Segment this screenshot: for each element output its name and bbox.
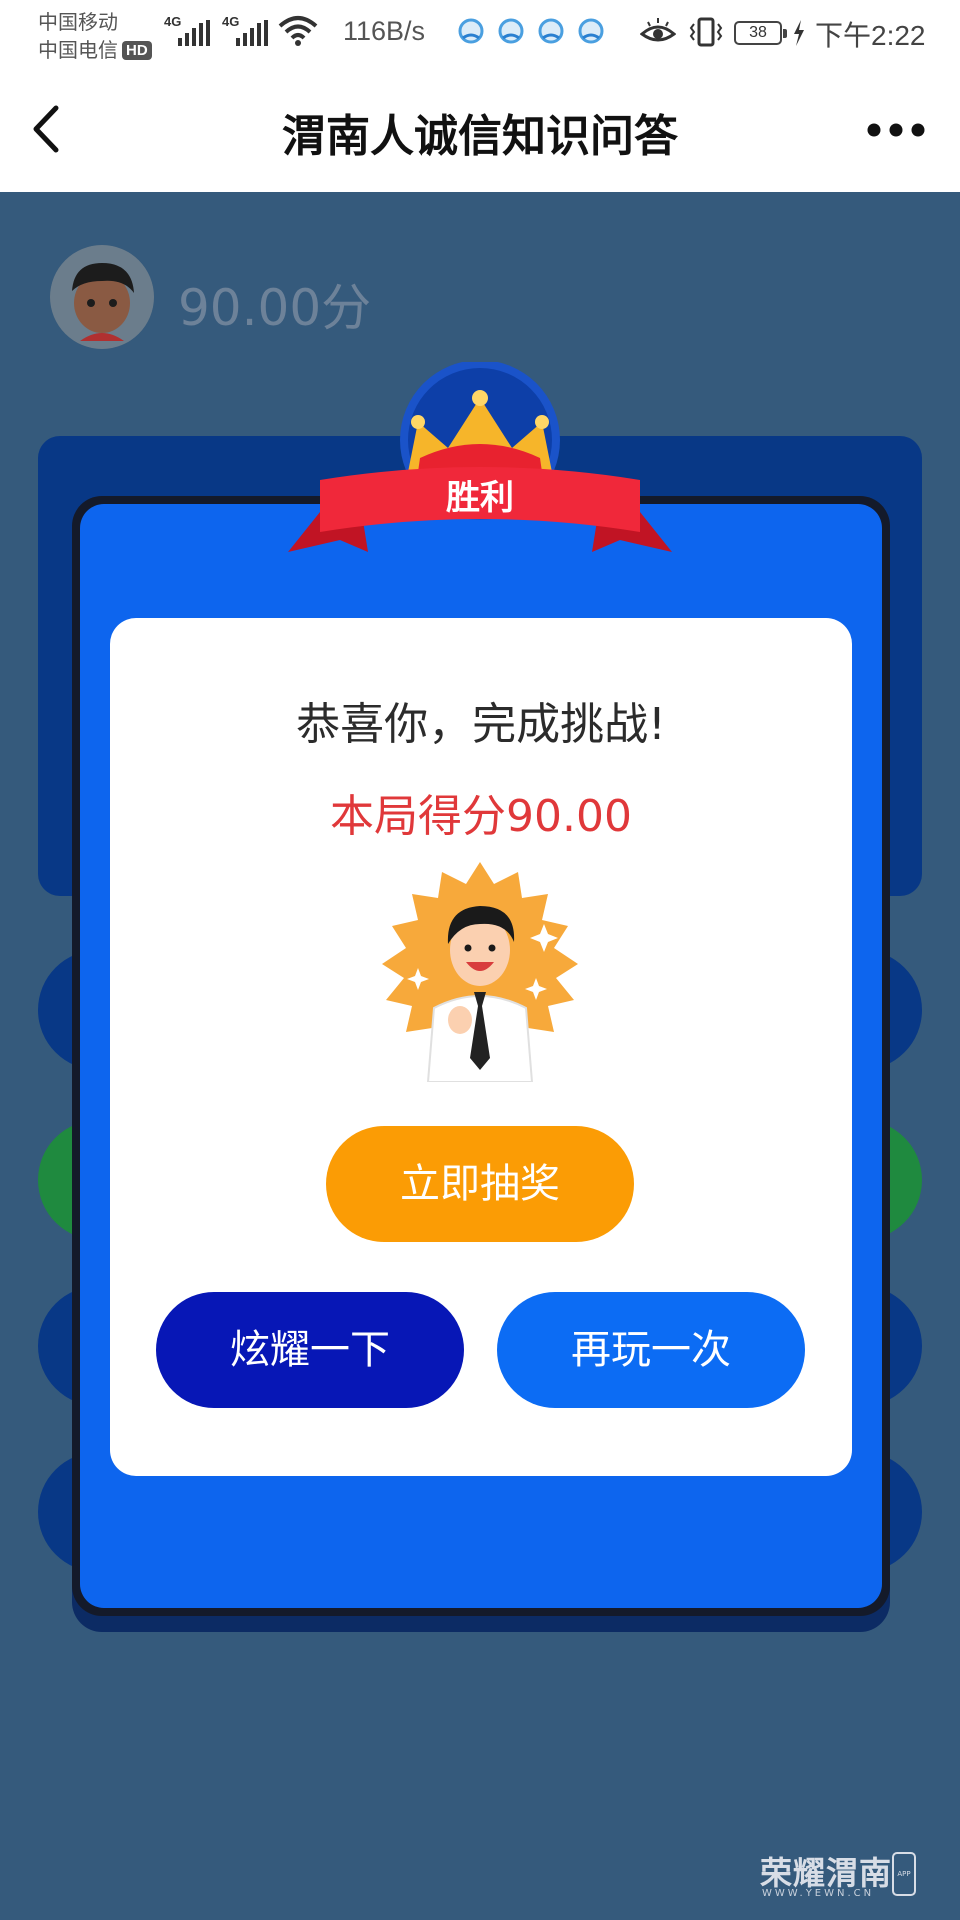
share-button[interactable]: 炫耀一下 xyxy=(156,1292,464,1408)
battery-icon: 38 xyxy=(734,21,787,45)
status-bar: 中国移动 中国电信 HD 4G 4G 116B/s 38 下午2:22 xyxy=(0,0,960,68)
avatar xyxy=(50,245,154,349)
hd-badge: HD xyxy=(122,41,152,60)
carrier-2: 中国电信 HD xyxy=(38,34,152,63)
qq-notification-icon xyxy=(538,18,564,44)
eye-comfort-icon xyxy=(640,18,676,42)
carrier-2-label: 中国电信 xyxy=(38,40,118,62)
charging-icon xyxy=(794,20,804,46)
winner-character-illustration xyxy=(382,862,578,1082)
carrier-1: 中国移动 xyxy=(38,12,118,34)
qq-notification-icon xyxy=(498,18,524,44)
watermark-url: WWW.YEWN.CN xyxy=(762,1888,875,1899)
watermark-logo: 荣耀渭南 WWW.YEWN.CN APP xyxy=(760,1848,920,1904)
victory-ribbon-icon xyxy=(288,362,672,552)
clock: 下午2:22 xyxy=(815,20,926,51)
lottery-button[interactable]: 立即抽奖 xyxy=(326,1126,634,1242)
vibrate-icon xyxy=(689,17,723,47)
round-score: 本局得分90.00 xyxy=(330,791,632,842)
app-icon: APP xyxy=(892,1852,916,1896)
page-title: 渭南人诚信知识问答 xyxy=(282,111,678,162)
congrats-text: 恭喜你，完成挑战! xyxy=(296,699,666,750)
qq-notification-icon xyxy=(578,18,604,44)
network-speed: 116B/s xyxy=(343,16,426,46)
nav-bar: 渭南人诚信知识问答 xyxy=(0,68,960,192)
player-score: 90.00分 xyxy=(178,279,372,337)
more-dots-icon[interactable] xyxy=(866,122,926,138)
replay-button[interactable]: 再玩一次 xyxy=(497,1292,805,1408)
victory-label: 胜利 xyxy=(446,478,514,518)
qq-notification-icon xyxy=(458,18,484,44)
wifi-icon xyxy=(278,16,318,46)
